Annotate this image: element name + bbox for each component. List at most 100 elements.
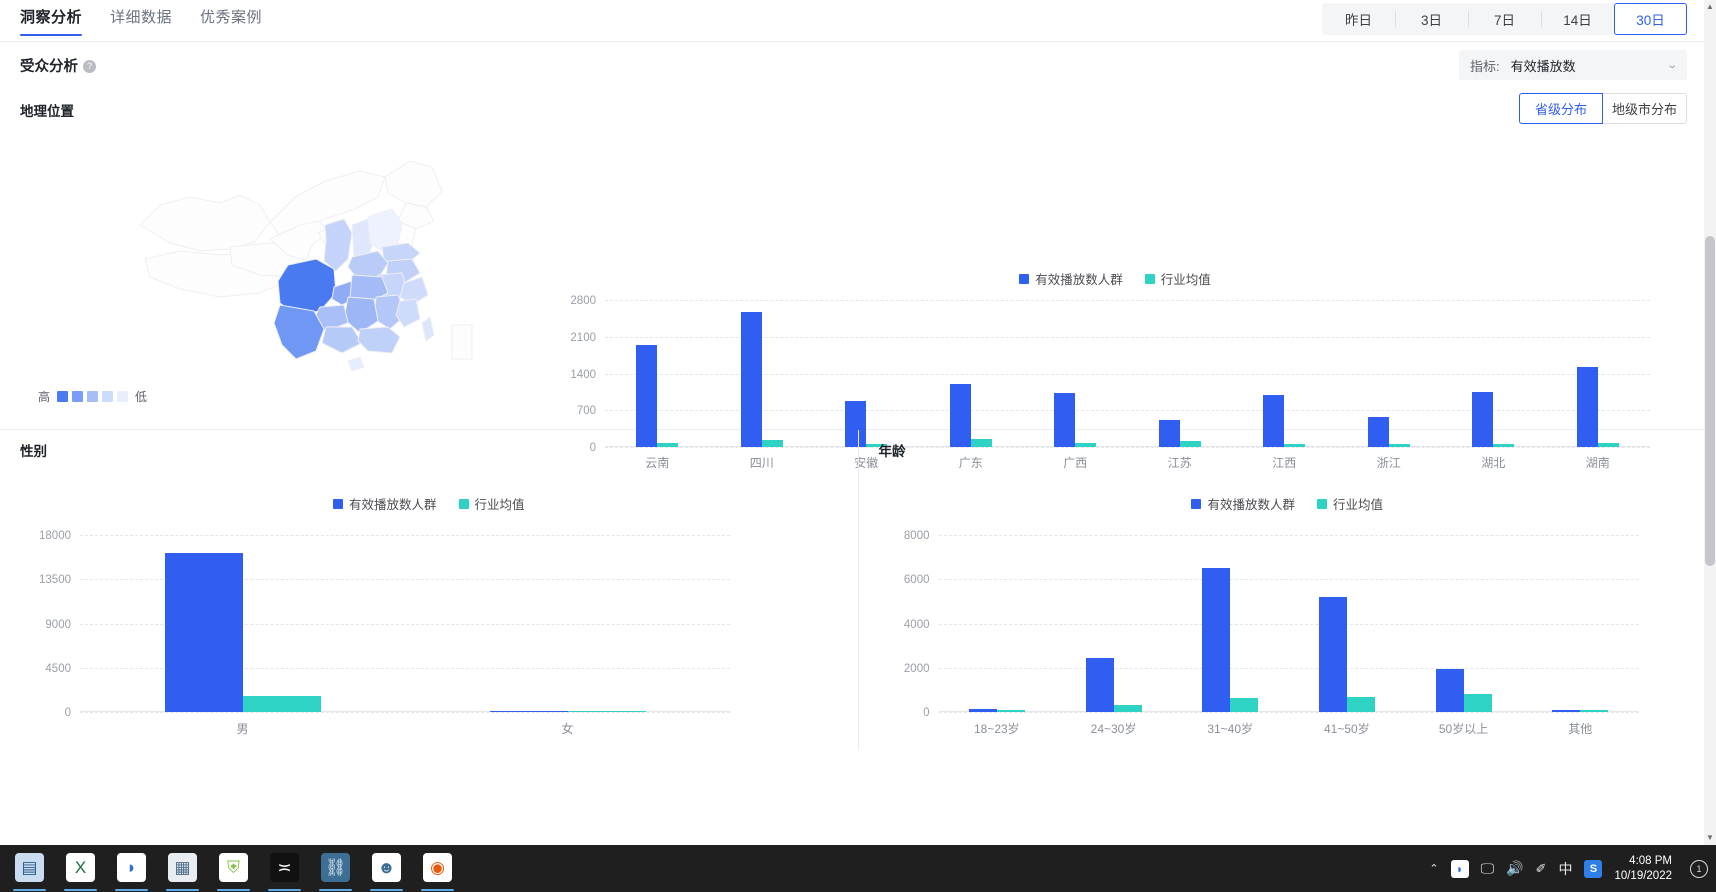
bar-group[interactable] [919,300,1024,447]
pen-icon[interactable]: ✐ [1536,861,1547,877]
legend-label-series1: 有效播放数人群 [1035,273,1123,287]
legend-label-series1: 有效播放数人群 [348,498,437,512]
legend-item-series1[interactable]: 有效播放数人群 [1019,269,1123,288]
bar-series1[interactable] [164,552,243,712]
bar-group[interactable] [1546,300,1651,447]
gender-chart-plot: 0 4500 9000 13500 18000 [39,530,730,719]
sogou-input-icon[interactable]: S [1584,859,1603,878]
bar-group[interactable] [1337,300,1442,447]
taskbar-item-security-shield[interactable]: ⛨ [208,845,259,892]
x-axis-label: 31~40岁 [1207,722,1254,736]
bar-series1[interactable] [968,709,997,712]
map-legend-swatch-2 [72,391,84,402]
bar-series1[interactable] [489,710,568,712]
scroll-up-arrow-icon[interactable]: ▲ [1704,0,1716,14]
metric-select[interactable]: 指标: 有效播放数 ⌄ [1459,50,1687,80]
bar-group[interactable] [710,300,815,447]
notifications-icon[interactable]: 1 [1690,859,1708,878]
range-3day[interactable]: 3日 [1395,3,1468,35]
qq-browser-icon: ◗ [117,853,146,882]
help-icon[interactable]: ? [83,60,96,73]
tab-insight-analysis[interactable]: 洞察分析 [20,6,83,36]
gridline: 0 [923,707,1639,719]
bar-series1[interactable] [1552,710,1581,712]
seg-province-distribution[interactable]: 省级分布 [1519,93,1603,124]
bar-series1[interactable] [1085,657,1114,712]
y-axis-tick-label: 700 [576,405,596,418]
china-heat-map[interactable] [120,147,510,377]
bar-series2[interactable] [996,710,1025,712]
taskbar-item-calculator[interactable]: ▦ [157,845,208,892]
legend-swatch-series1 [1191,498,1202,509]
bar-group[interactable] [80,535,405,712]
taskbar-item-excel[interactable]: X [55,845,106,892]
tab-detailed-data[interactable]: 详细数据 [110,6,172,36]
legend-label-series2: 行业均值 [474,498,525,512]
bar-group[interactable] [605,300,710,447]
bar-series2[interactable] [1580,710,1609,712]
volume-icon[interactable]: 🔊 [1506,860,1523,877]
legend-item-series1[interactable]: 有效播放数人群 [1191,494,1295,513]
bar-series2[interactable] [1230,698,1259,712]
show-hidden-icons-icon[interactable]: ⌃ [1429,862,1438,875]
bar-series1[interactable] [740,311,762,447]
age-chart-plot: 0 2000 4000 6000 8000 [904,530,1639,719]
age-chart-legend: 有效播放数人群 行业均值 [904,494,1672,513]
legend-item-series2[interactable]: 行业均值 [1317,494,1383,513]
legend-item-series2[interactable]: 行业均值 [458,494,525,513]
taskbar-item-user-profile[interactable]: ☻ [361,845,412,892]
page-title: 受众分析? [20,55,96,76]
bar-series2[interactable] [1113,705,1142,712]
bar-group[interactable] [1289,535,1406,712]
qq-input-icon[interactable]: ◗ [1450,859,1469,878]
page-scrollbar[interactable]: ▲ ▼ [1704,0,1716,845]
scroll-down-arrow-icon[interactable]: ▼ [1704,831,1716,845]
bar-series1[interactable] [1318,596,1347,712]
bar-series2[interactable] [1346,696,1375,712]
bar-group[interactable] [1232,300,1337,447]
ime-chinese-icon[interactable]: 中 [1558,859,1572,879]
bar-group[interactable] [1128,300,1233,447]
bar-series2[interactable] [242,696,321,712]
bar-group[interactable] [1522,535,1639,712]
chevron-down-icon: ⌄ [1665,59,1678,71]
map-legend-swatch-1 [57,391,69,402]
y-axis-tick-label: 9000 [45,618,71,631]
tab-excellent-cases[interactable]: 优秀案例 [200,6,262,36]
taskbar-item-firefox[interactable]: ◉ [412,845,463,892]
bar-group[interactable] [405,535,730,712]
scrollbar-thumb[interactable] [1705,236,1715,566]
bar-series1[interactable] [1202,568,1231,712]
bar-series2[interactable] [567,710,646,712]
excel-icon: X [66,853,95,882]
bar-group[interactable] [939,535,1056,712]
taskbar-item-capcut[interactable]: ≍ [259,845,310,892]
bar-group[interactable] [1023,300,1128,447]
x-axis-label: 女 [561,722,574,736]
bar-group[interactable] [1172,535,1289,712]
bar-series1[interactable] [1435,668,1464,712]
bar-series-container [605,300,1650,447]
network-icon[interactable]: 🖵 [1481,860,1495,877]
taskbar-item-qq-browser[interactable]: ◗ [106,845,157,892]
range-7day[interactable]: 7日 [1468,3,1541,35]
legend-item-series1[interactable]: 有效播放数人群 [332,494,437,513]
bar-group[interactable] [1055,535,1172,712]
range-14day[interactable]: 14日 [1541,3,1614,35]
taskbar-clock[interactable]: 4:08 PM 10/19/2022 [1614,854,1678,883]
y-axis-tick-label: 13500 [39,574,71,587]
legend-item-series2[interactable]: 行业均值 [1144,269,1211,288]
range-30day[interactable]: 30日 [1614,3,1687,35]
taskbar-item-link-tool[interactable]: ⛓ [310,845,361,892]
bar-series2[interactable] [1463,693,1492,712]
range-yesterday[interactable]: 昨日 [1322,3,1395,35]
bar-group[interactable] [1441,300,1546,447]
bar-group[interactable] [814,300,919,447]
page-content: 洞察分析 详细数据 优秀案例 昨日 3日 7日 14日 30日 受众分析? 指标… [0,0,1716,845]
bar-group[interactable] [1405,535,1522,712]
y-axis-tick-label: 0 [923,707,930,719]
legend-label-series1: 有效播放数人群 [1207,498,1295,512]
top-tab-bar: 洞察分析 详细数据 优秀案例 昨日 3日 7日 14日 30日 [0,0,1716,42]
taskbar-item-sticky-notes[interactable]: ▤ [4,845,55,892]
x-axis-label: 50岁以上 [1438,722,1489,736]
